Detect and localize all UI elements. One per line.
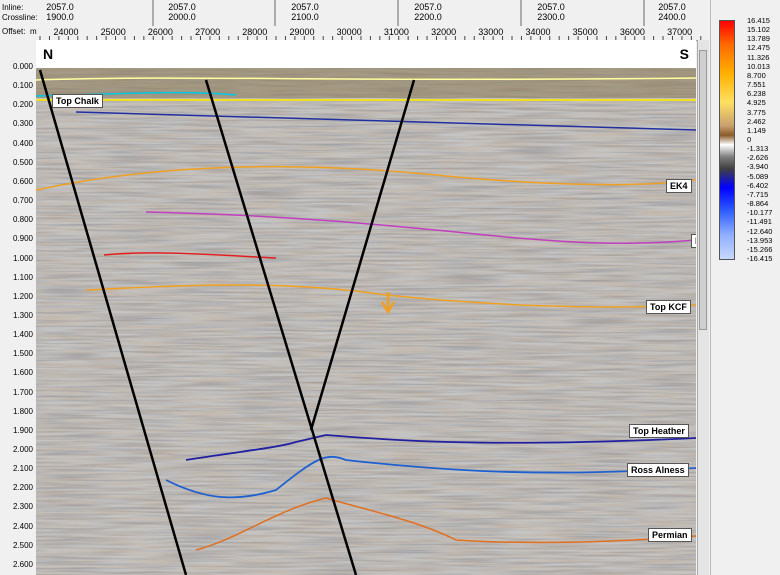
time-tick-label: 2.500 xyxy=(12,540,33,550)
top-axis-header: Inline: Crossline: Offset: m 2057.0 1900.… xyxy=(0,0,708,41)
colorbar-value-label: 13.789 xyxy=(747,34,770,44)
time-tick-label: 1.300 xyxy=(12,310,33,320)
colorbar-value-label: -8.864 xyxy=(747,199,769,209)
horizon-label: EK3b xyxy=(691,234,696,248)
time-tick-label: 0.300 xyxy=(12,119,33,129)
time-tick-label: 0.200 xyxy=(12,100,33,110)
time-tick-label: 1.600 xyxy=(12,368,33,378)
time-tick-label: 1.400 xyxy=(12,330,33,340)
time-tick-label: 0.700 xyxy=(12,196,33,206)
colorbar-value-label: -5.089 xyxy=(747,171,769,181)
vertical-scrollbar[interactable] xyxy=(697,40,709,575)
time-tick-label: 2.200 xyxy=(12,483,33,493)
colorbar-value-label: -10.177 xyxy=(747,208,773,218)
colorbar-value-label: -6.402 xyxy=(747,180,769,190)
horizon-label: EK4 xyxy=(666,179,692,193)
seismic-canvas xyxy=(36,40,696,575)
colorbar-value-label: 16.415 xyxy=(747,16,770,25)
time-tick-label: 1.900 xyxy=(12,425,33,435)
horizon-label: Top KCF xyxy=(646,300,691,314)
colorbar-value-label: 6.238 xyxy=(747,89,766,99)
scrollbar-thumb[interactable] xyxy=(699,50,707,330)
time-tick-label: 0.400 xyxy=(12,138,33,148)
time-tick-label: 0.900 xyxy=(12,234,33,244)
colorbar-value-label: -13.953 xyxy=(747,235,773,245)
colorbar-value-label: 4.925 xyxy=(747,98,766,108)
colorbar-value-label: 10.013 xyxy=(747,61,770,71)
colorbar-value-label: -12.640 xyxy=(747,226,773,236)
time-tick-label: 2.100 xyxy=(12,464,33,474)
colorbar-value-label: 3.775 xyxy=(747,107,766,117)
time-tick-label: 1.100 xyxy=(12,272,33,282)
south-label: S xyxy=(676,46,692,62)
time-tick-label: 2.600 xyxy=(12,559,33,569)
horizon-label: Top Heather xyxy=(629,424,689,438)
time-tick-label: 0.800 xyxy=(12,215,33,225)
horizon-label: Top Chalk xyxy=(52,94,103,108)
colorbar-panel: 16.415 15.102 13.789 12.475 11.326 10.013 8.70… xyxy=(710,0,780,575)
time-axis: 0.000 0.100 0.200 0.300 0.400 0.500 0.600 0.700… xyxy=(0,40,36,575)
colorbar-value-label: 8.700 xyxy=(747,70,766,80)
colorbar-value-label: -15.266 xyxy=(747,244,773,254)
time-tick-label: 1.000 xyxy=(12,253,33,263)
colorbar-value-label: -2.626 xyxy=(747,153,769,163)
colorbar-value-label: -11.491 xyxy=(747,217,772,227)
time-tick-label: 2.300 xyxy=(12,502,33,512)
colorbar-value-label: 11.326 xyxy=(747,52,770,62)
horizon-label: Permian xyxy=(648,528,692,542)
time-tick-label: 0.600 xyxy=(12,176,33,186)
colorbar-value-label: 1.149 xyxy=(747,125,766,135)
colorbar-value-label: -3.940 xyxy=(747,162,769,172)
time-tick-label: 2.000 xyxy=(12,445,33,454)
colorbar-value-label: -16.415 xyxy=(747,254,773,263)
time-tick-label: 1.200 xyxy=(12,291,33,301)
colorbar-value-label: 7.551 xyxy=(747,80,766,90)
amplitude-colorbar xyxy=(719,20,735,260)
seismic-section[interactable]: N S Top Chalk EK4 EK3b Top KCF Top Heather Ro… xyxy=(36,40,696,575)
time-tick-label: 1.800 xyxy=(12,406,33,416)
time-tick-label: 1.500 xyxy=(12,349,33,359)
time-tick-label: 0.500 xyxy=(12,157,33,167)
north-label: N xyxy=(40,46,57,62)
header-tick-marks xyxy=(39,0,702,40)
time-tick-label: 2.400 xyxy=(12,521,33,531)
colorbar-value-label: 15.102 xyxy=(747,25,770,35)
horizon-label: Ross Alness xyxy=(627,463,689,477)
horizon-yellow-shallow xyxy=(36,98,696,102)
time-tick-label: 0.000 xyxy=(12,62,33,71)
time-tick-label: 0.100 xyxy=(12,81,33,91)
colorbar-value-label: 0 xyxy=(747,135,752,144)
colorbar-value-label: -7.715 xyxy=(747,189,769,199)
colorbar-value-label: -1.313 xyxy=(747,144,769,154)
time-tick-label: 1.700 xyxy=(12,387,33,397)
colorbar-value-label: 2.462 xyxy=(747,116,766,126)
colorbar-value-label: 12.475 xyxy=(747,43,770,53)
